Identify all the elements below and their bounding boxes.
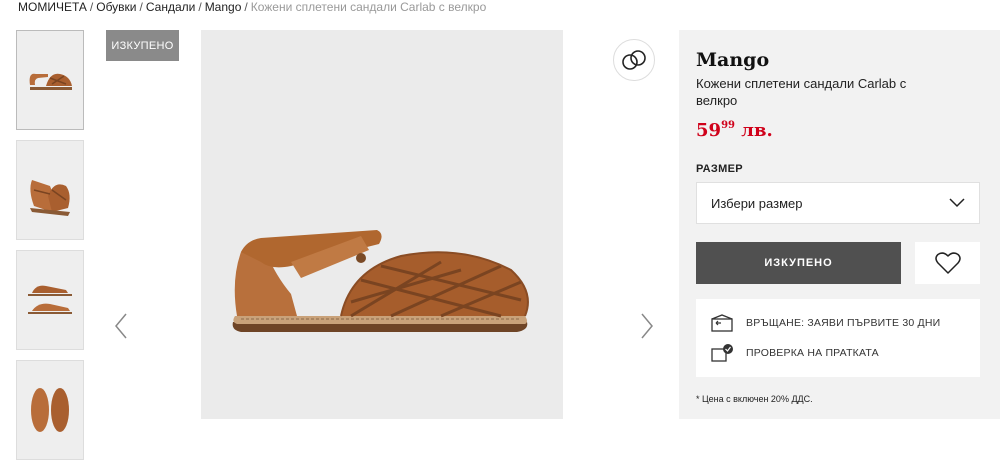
sandal-pair-side-image [28,285,72,314]
size-select-value: Избери размер [711,195,803,211]
product-price: 5999 лв. [696,120,773,141]
breadcrumb: МОМИЧЕТА / Обувки / Сандали / Mango / Кожени спл… [18,0,486,14]
product-brand[interactable]: Mango [696,49,769,71]
info-box: ВРЪЩАНЕ: ЗАЯВИ ПЪРВИТЕ 30 ДНИ ПРОВЕРКА Н… [696,299,980,377]
return-box-icon [710,313,734,333]
chevron-right-icon [641,313,653,339]
tracking-info[interactable]: ПРОВЕРКА НА ПРАТКАТА [710,343,879,363]
thumbnail-1[interactable] [16,30,84,130]
price-main: 59 [696,120,722,141]
thumbnail-list [16,30,86,470]
sandal-pair-image [30,180,70,216]
chevron-down-icon [949,198,965,208]
breadcrumb-item-brand[interactable]: Mango [205,0,242,14]
sandal-side-image [29,73,72,90]
heart-icon [934,252,961,274]
returns-info[interactable]: ВРЪЩАНЕ: ЗАЯВИ ПЪРВИТЕ 30 ДНИ [710,313,940,333]
compare-icon [622,50,646,70]
thumbnail-3[interactable] [16,250,84,350]
thumbnail-4[interactable] [16,360,84,460]
breadcrumb-separator: / [89,0,94,14]
size-select[interactable]: Избери размер [696,182,980,224]
returns-text: ВРЪЩАНЕ: ЗАЯВИ ПЪРВИТЕ 30 ДНИ [746,317,941,329]
size-label: РАЗМЕР [696,163,743,175]
sandal-top-image [31,388,69,432]
vat-note: * Цена с включен 20% ДДС. [696,394,813,404]
price-currency: лв. [741,120,773,141]
sold-out-badge: ИЗКУПЕНО [106,30,179,61]
breadcrumb-item-shoes[interactable]: Обувки [96,0,136,14]
tracking-text: ПРОВЕРКА НА ПРАТКАТА [746,347,879,359]
sandal-image [232,230,529,332]
tracking-box-icon [710,343,734,363]
breadcrumb-separator: / [244,0,248,14]
product-main-image[interactable] [201,30,563,419]
chevron-left-icon [115,313,127,339]
sold-out-button[interactable]: ИЗКУПЕНО [696,242,901,284]
breadcrumb-separator: / [139,0,143,14]
price-cents: 99 [721,120,735,131]
compare-button[interactable] [613,39,655,81]
previous-image-button[interactable] [110,312,134,340]
thumbnail-2[interactable] [16,140,84,240]
breadcrumb-item-girls[interactable]: МОМИЧЕТА [18,0,87,14]
breadcrumb-current: Кожени сплетени сандали Carlab с велкро [250,0,487,14]
wishlist-button[interactable] [915,242,980,284]
next-image-button[interactable] [634,312,658,340]
product-panel: Mango Кожени сплетени сандали Carlab с в… [679,30,1000,419]
product-name: Кожени сплетени сандали Carlab с велкро [696,76,907,108]
breadcrumb-item-sandals[interactable]: Сандали [146,0,195,14]
breadcrumb-separator: / [198,0,202,14]
